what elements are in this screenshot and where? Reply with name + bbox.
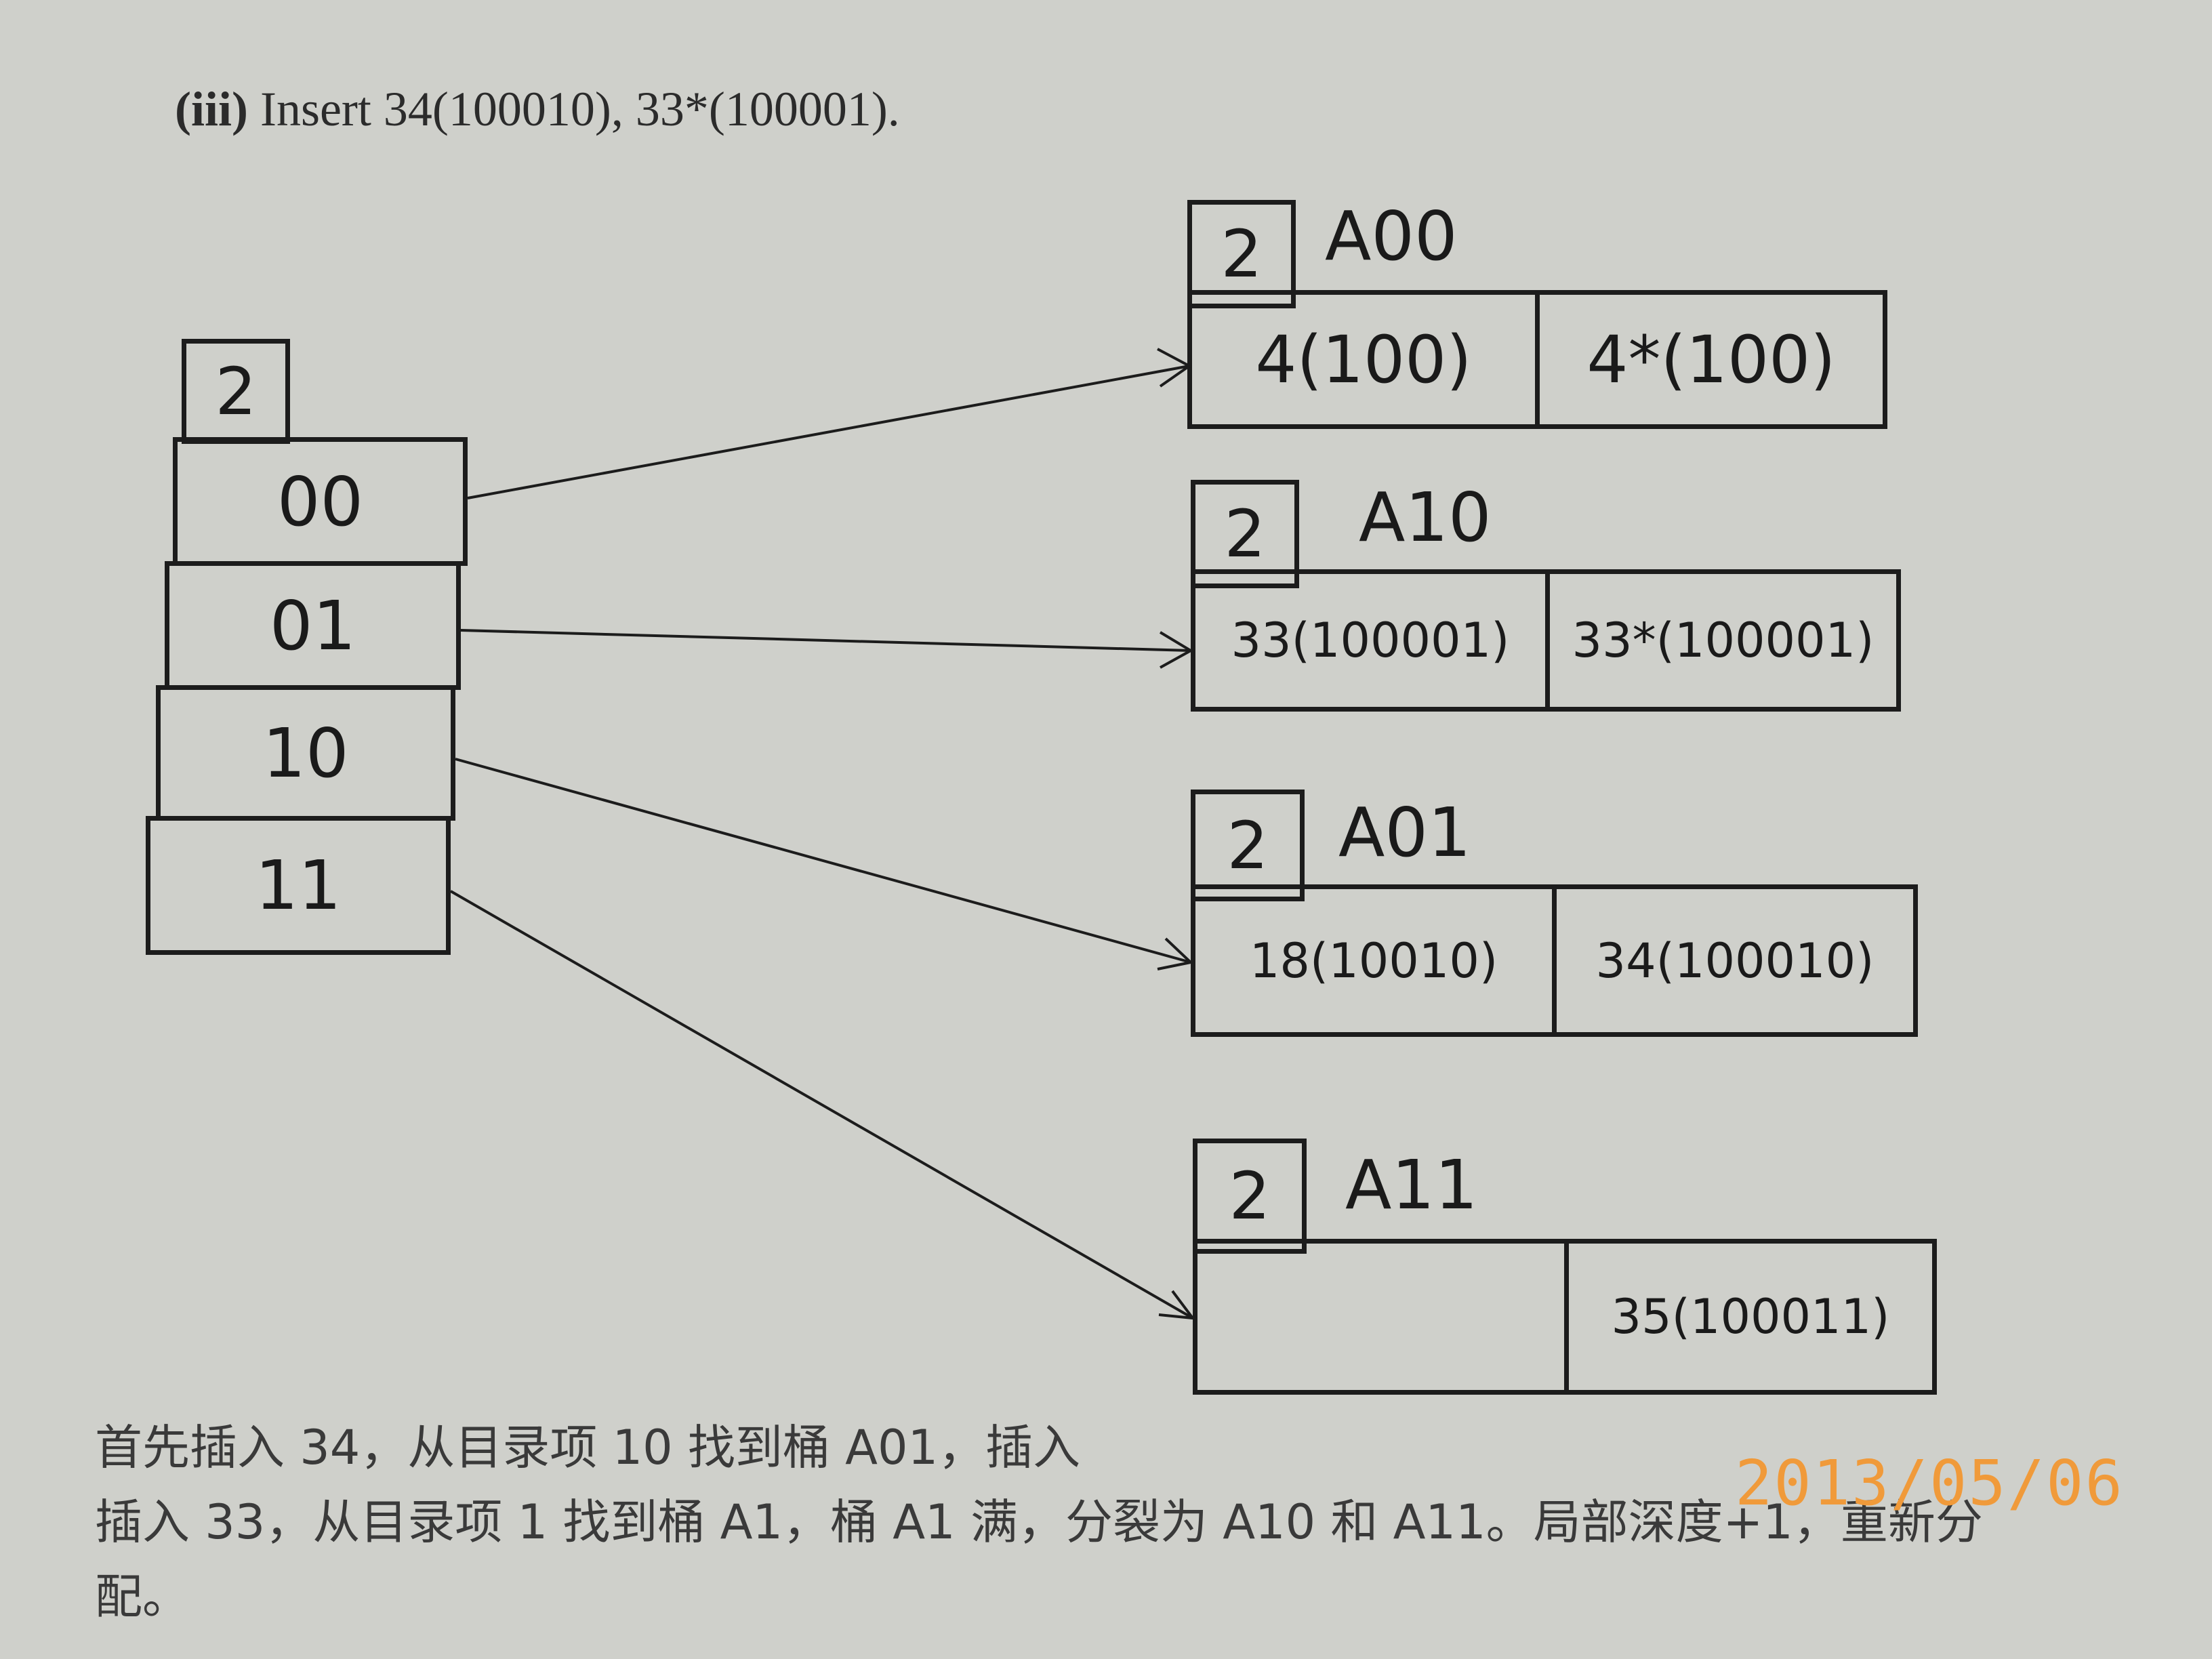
arrow-00-to-a00 [467, 365, 1190, 499]
arrow-11-to-a11 [450, 890, 1193, 1319]
arrow-01-to-a10 [460, 629, 1191, 652]
photo-date-stamp: 2013/05/06 [1735, 1447, 2124, 1519]
note-line-2: 插入 33，从目录项 1 找到桶 A1，桶 A1 满，分裂为 A10 和 A11… [95, 1494, 1983, 1550]
note-line-3: 配。 [95, 1569, 190, 1624]
note-line-1: 首先插入 34，从目录项 10 找到桶 A01，插入 [95, 1420, 1081, 1475]
arrow-10-to-a01 [455, 758, 1191, 964]
